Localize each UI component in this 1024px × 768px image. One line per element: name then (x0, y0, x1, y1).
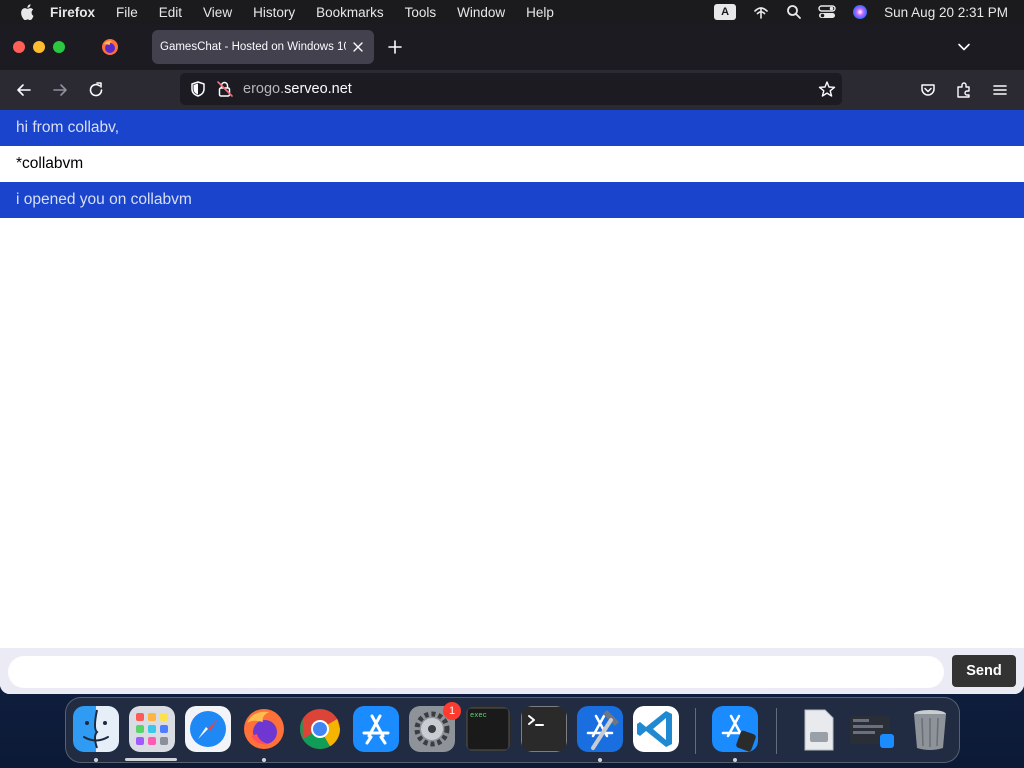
message-input[interactable] (8, 656, 944, 688)
zoom-window-button[interactable] (53, 41, 65, 53)
menu-help[interactable]: Help (526, 5, 554, 20)
dock-vscode[interactable] (633, 706, 679, 752)
reload-icon[interactable] (87, 81, 105, 99)
dock-trash[interactable] (907, 706, 953, 752)
dock-finder[interactable] (73, 706, 119, 752)
tab-title: GamesChat - Hosted on Windows 10 (160, 41, 346, 53)
new-tab-icon[interactable] (387, 39, 403, 55)
dock-app-store[interactable] (353, 706, 399, 752)
dock-xcode[interactable] (577, 706, 623, 752)
url-text[interactable]: erogo.serveo.net (243, 81, 352, 97)
menu-history[interactable]: History (253, 5, 295, 20)
dock-separator (695, 708, 696, 754)
finder-icon (73, 706, 119, 752)
vscode-icon (633, 706, 679, 752)
spotlight-search-icon[interactable] (786, 4, 802, 20)
extensions-icon[interactable] (955, 81, 973, 99)
menu-bar: Firefox File Edit View History Bookmarks… (0, 0, 1024, 24)
wifi-off-icon[interactable] (752, 4, 770, 20)
dock-terminal[interactable] (521, 706, 567, 752)
menu-edit[interactable]: Edit (159, 5, 182, 20)
finder-running-indicator (94, 758, 98, 762)
launchpad-icon (129, 706, 175, 752)
dock-launchpad[interactable] (129, 706, 175, 752)
close-window-button[interactable] (13, 41, 25, 53)
safari-icon (185, 706, 231, 752)
dock-firefox[interactable] (241, 706, 287, 752)
menu-file[interactable]: File (116, 5, 138, 20)
console-exec-label: exec (470, 712, 487, 720)
message-composer: Send (0, 648, 1024, 694)
tab-gameschat[interactable]: GamesChat - Hosted on Windows 10 (152, 30, 374, 64)
firefox-view-icon[interactable] (101, 38, 119, 56)
dock-screen-utility[interactable] (848, 706, 900, 752)
window-screenshot-icon (850, 716, 894, 748)
terminal-icon (521, 706, 567, 752)
nav-bar: erogo.serveo.net (0, 70, 1024, 110)
trash-icon (914, 710, 946, 750)
firefox-icon (244, 709, 284, 749)
dock-chrome[interactable] (297, 706, 343, 752)
app-store-icon (353, 706, 399, 752)
dock-safari[interactable] (185, 706, 231, 752)
xcode-icon (577, 706, 623, 752)
system-settings-badge: 1 (443, 702, 461, 720)
dock: 1 exec (65, 697, 960, 763)
disk-image-icon (804, 709, 834, 751)
url-subdomain: erogo. (243, 81, 285, 97)
url-bar[interactable]: erogo.serveo.net (180, 73, 842, 105)
menu-tools[interactable]: Tools (405, 5, 437, 20)
bookmark-star-icon[interactable] (818, 80, 836, 98)
pocket-icon[interactable] (919, 81, 937, 99)
tab-strip: GamesChat - Hosted on Windows 10 (0, 24, 1024, 70)
window-controls (13, 41, 65, 53)
tracking-protection-shield-icon[interactable] (189, 80, 207, 98)
chat-message: i opened you on collabvm (0, 182, 1024, 218)
dock-drag-indicator (125, 758, 177, 761)
send-button[interactable]: Send (952, 655, 1016, 687)
dock-separator (776, 708, 777, 754)
xcode-running-indicator (598, 758, 602, 762)
console-icon: exec (465, 706, 511, 752)
back-icon[interactable] (15, 81, 33, 99)
dock-console[interactable]: exec (465, 706, 511, 752)
url-domain: serveo.net (284, 81, 352, 97)
input-source-icon[interactable]: A (714, 4, 737, 20)
dock-disk-image[interactable] (795, 706, 841, 752)
chrome-icon (300, 709, 340, 749)
simulator-running-indicator (733, 758, 737, 762)
siri-icon[interactable] (852, 4, 868, 20)
menu-app-firefox[interactable]: Firefox (50, 5, 95, 20)
insecure-lock-icon[interactable] (216, 80, 234, 98)
menu-view[interactable]: View (203, 5, 232, 20)
control-center-icon[interactable] (818, 4, 836, 20)
dock-simulator[interactable] (712, 706, 758, 752)
simulator-icon (712, 706, 758, 752)
chat-page: hi from collabv, *collabvm i opened you … (0, 110, 1024, 694)
chat-message: hi from collabv, (0, 110, 1024, 146)
menu-bookmarks[interactable]: Bookmarks (316, 5, 384, 20)
forward-icon[interactable] (51, 81, 69, 99)
menu-window[interactable]: Window (457, 5, 505, 20)
close-tab-icon[interactable] (350, 39, 366, 55)
firefox-window: GamesChat - Hosted on Windows 10 erogo.s… (0, 24, 1024, 694)
app-menu-icon[interactable] (991, 81, 1009, 99)
list-all-tabs-icon[interactable] (956, 39, 972, 55)
chat-message: *collabvm (0, 146, 1024, 182)
apple-icon[interactable] (20, 4, 34, 20)
firefox-running-indicator (262, 758, 266, 762)
menu-clock[interactable]: Sun Aug 20 2:31 PM (884, 5, 1008, 20)
minimize-window-button[interactable] (33, 41, 45, 53)
